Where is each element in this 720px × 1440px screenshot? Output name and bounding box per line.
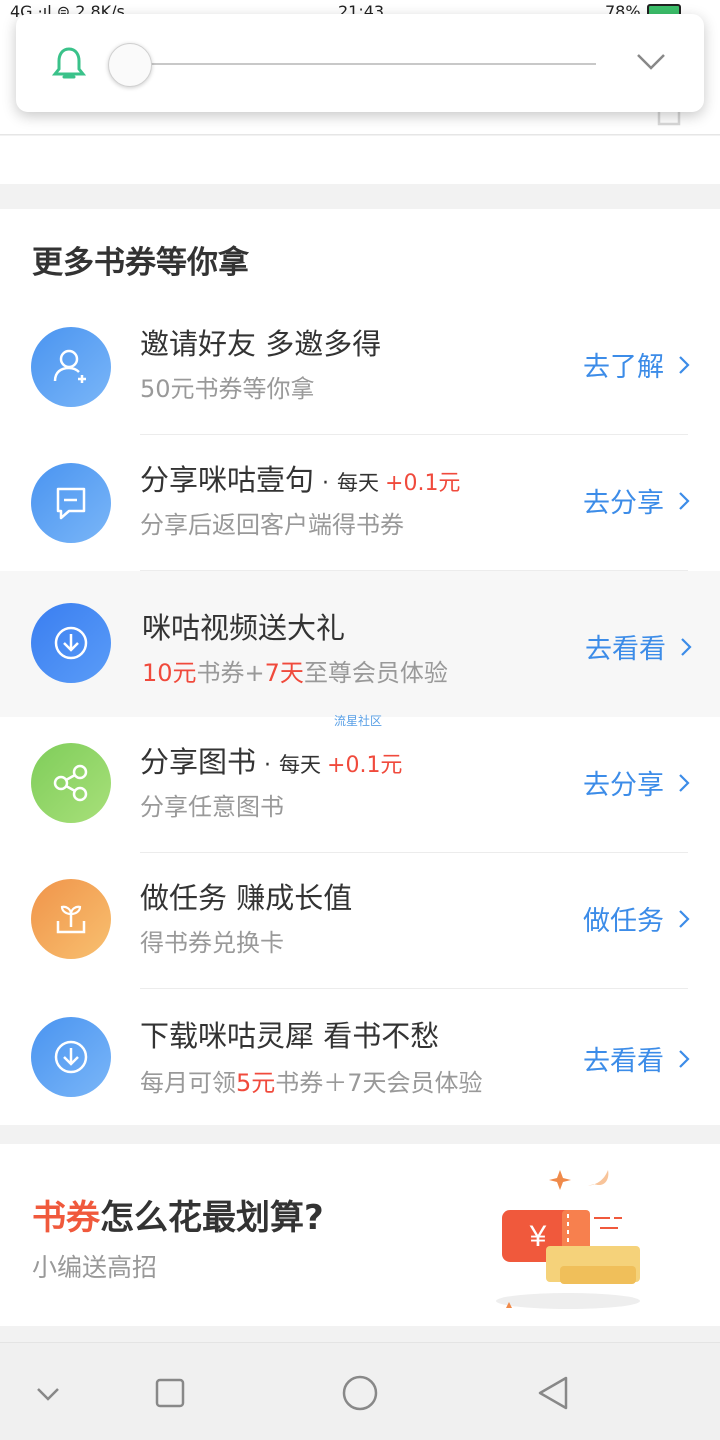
task-card: 更多书券等你拿 邀请好友 多邀多得 50元书券等你拿 去了解 分享咪咕壹句 · 每天… (0, 209, 720, 1125)
invite-user-icon (31, 327, 111, 407)
bell-icon[interactable] (52, 46, 86, 82)
action-label: 去看看 (585, 634, 666, 665)
download-app-icon (31, 1017, 111, 1097)
dot-separator: · (264, 753, 272, 778)
promo-title-accent: 书券 (32, 1198, 100, 1238)
action-label: 去分享 (583, 488, 664, 519)
chevron-right-icon (679, 491, 690, 510)
action-label: 去分享 (583, 770, 664, 801)
daily-label: 每天 (279, 753, 322, 777)
task-title-line: 分享咪咕壹句 · 每天 +0.1元 (140, 457, 460, 499)
task-title: 分享咪咕壹句 (140, 463, 315, 497)
chevron-down-icon[interactable] (28, 1373, 68, 1413)
learn-more-button[interactable]: 去了解 (583, 345, 690, 384)
vip-days: 7天 (264, 659, 304, 687)
coupon-illustration: ¥ (496, 1170, 640, 1309)
dot-separator: · (322, 471, 330, 496)
recent-apps-square-icon[interactable] (150, 1373, 190, 1413)
task-subtitle: 得书券兑换卡 (140, 929, 284, 957)
action-label: 去看看 (583, 1046, 664, 1077)
task-title-line: 分享图书 · 每天 +0.1元 (140, 739, 402, 781)
bonus-amount: +0.1元 (385, 471, 461, 496)
promo-banner[interactable]: 书券怎么花最划算? 小编送高招 ¥ (0, 1144, 720, 1326)
chevron-right-icon (681, 637, 692, 656)
task-row-invite[interactable]: 邀请好友 多邀多得 50元书券等你拿 去了解 (0, 299, 720, 435)
volume-slider-track[interactable] (146, 63, 596, 65)
bonus-amount: +0.1元 (327, 753, 403, 778)
download-video-icon (31, 603, 111, 683)
share-button[interactable]: 去分享 (583, 763, 690, 802)
task-row-growth[interactable]: 做任务 赚成长值 得书券兑换卡 做任务 (0, 853, 720, 989)
coupon-amount: 10元 (142, 659, 197, 687)
task-row-share-book[interactable]: 分享图书 · 每天 +0.1元 分享任意图书 去分享 (0, 717, 720, 853)
yen-symbol: ¥ (529, 1220, 547, 1253)
promo-subtitle: 小编送高招 (32, 1253, 158, 1282)
task-subtitle: 50元书券等你拿 (140, 375, 315, 403)
chevron-right-icon (679, 773, 690, 792)
task-title: 下载咪咕灵犀 看书不愁 (140, 1019, 440, 1053)
task-subtitle: 每月可领5元书券＋7天会员体验 (140, 1063, 483, 1098)
task-subtitle: 10元书券+7天至尊会员体验 (142, 653, 448, 688)
action-label: 去了解 (583, 352, 664, 383)
task-title: 邀请好友 多邀多得 (140, 327, 382, 361)
sub-text: 至尊会员体验 (303, 659, 448, 687)
task-subtitle: 分享任意图书 (140, 793, 284, 821)
chevron-right-icon (679, 909, 690, 928)
task-row-share-quote[interactable]: 分享咪咕壹句 · 每天 +0.1元 分享后返回客户端得书券 去分享 (0, 435, 720, 571)
task-row-video-gift[interactable]: 咪咕视频送大礼 10元书券+7天至尊会员体验 去看看 (0, 571, 720, 717)
task-title: 做任务 赚成长值 (140, 881, 353, 915)
share-nodes-icon (31, 743, 111, 823)
do-task-button[interactable]: 做任务 (583, 899, 690, 938)
chevron-right-icon (679, 1049, 690, 1068)
volume-panel (16, 14, 704, 112)
chevron-right-icon (679, 355, 690, 374)
sub-text: 书券+ (196, 659, 265, 687)
share-button[interactable]: 去分享 (583, 481, 690, 520)
action-label: 做任务 (583, 906, 664, 937)
task-row-download-app[interactable]: 下载咪咕灵犀 看书不愁 每月可领5元书券＋7天会员体验 去看看 (0, 989, 720, 1125)
task-title: 分享图书 (140, 745, 257, 779)
task-subtitle: 分享后返回客户端得书券 (140, 511, 404, 539)
back-triangle-icon[interactable] (534, 1373, 574, 1413)
coupon-amount: 5元 (236, 1069, 276, 1097)
system-nav-bar (0, 1342, 720, 1440)
sub-text: 每月可领 (140, 1069, 236, 1097)
section-title: 更多书券等你拿 (32, 245, 249, 281)
share-quote-icon (31, 463, 111, 543)
task-title: 咪咕视频送大礼 (142, 611, 346, 645)
view-button[interactable]: 去看看 (585, 627, 692, 666)
header-spacer (0, 136, 720, 184)
home-circle-icon[interactable] (340, 1373, 380, 1413)
sub-text: 书券＋7天会员体验 (275, 1069, 483, 1097)
chevron-down-icon[interactable] (636, 52, 666, 72)
daily-label: 每天 (337, 471, 380, 495)
view-button[interactable]: 去看看 (583, 1039, 690, 1078)
volume-slider-thumb[interactable] (108, 43, 152, 87)
promo-title: 书券怎么花最划算? (32, 1190, 324, 1239)
growth-sprout-icon (31, 879, 111, 959)
promo-title-rest: 怎么花最划算? (100, 1198, 324, 1238)
